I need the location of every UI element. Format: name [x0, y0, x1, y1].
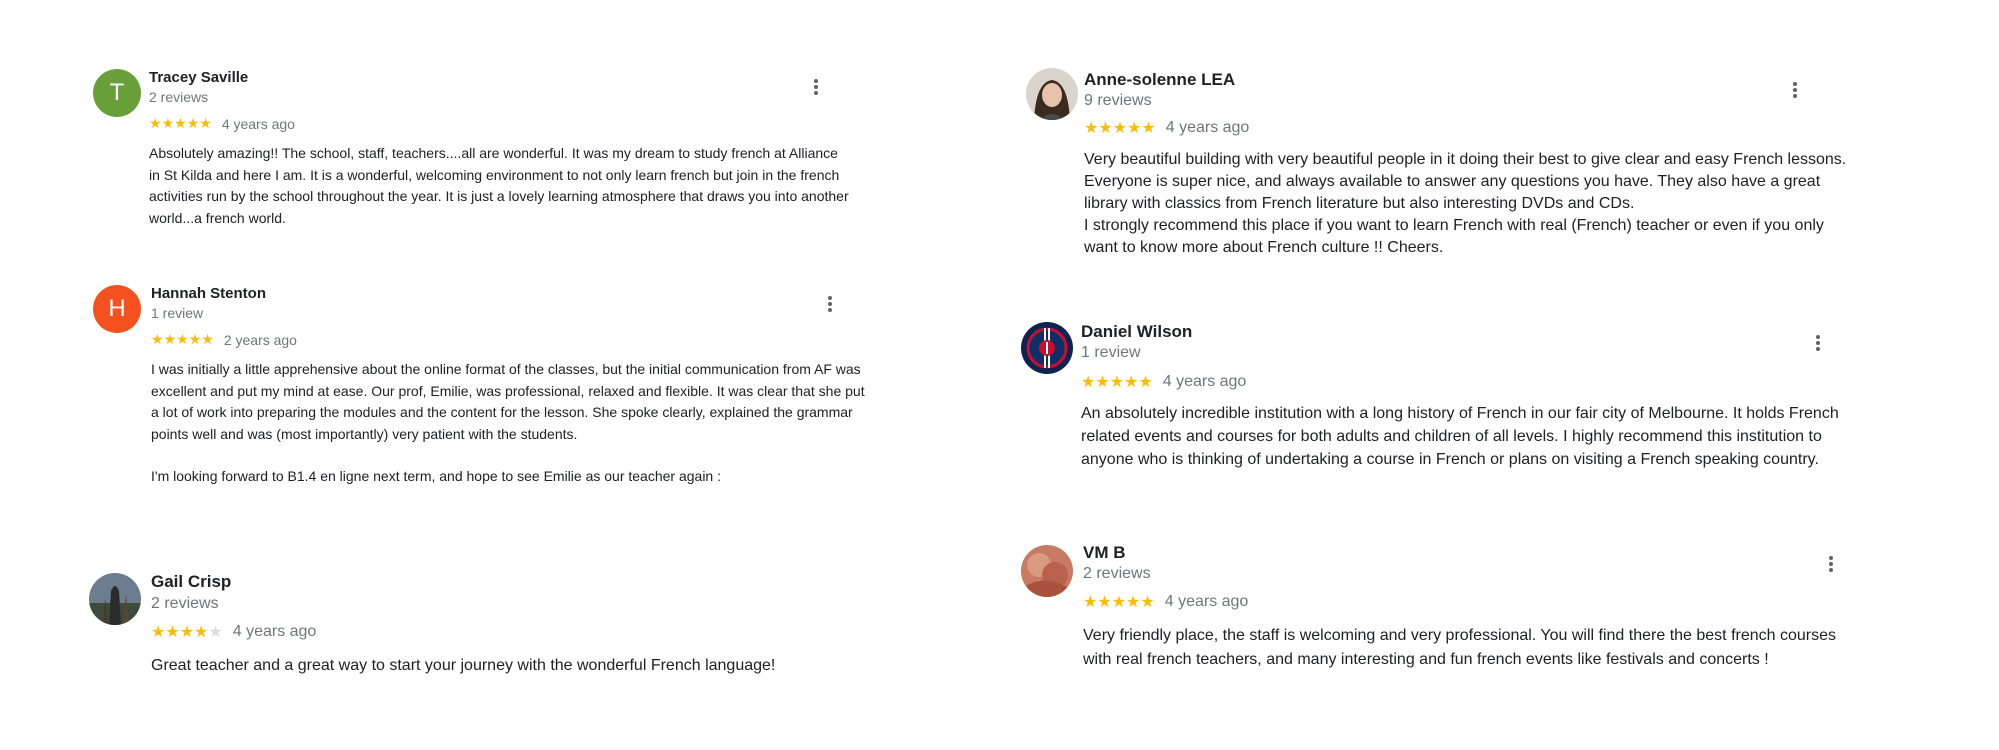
more-options-button[interactable] [1819, 552, 1843, 576]
review-count: 2 reviews [149, 89, 209, 105]
more-options-button[interactable] [1806, 331, 1830, 355]
rating: ★ ★ ★ ★ ★ 4 years ago [149, 115, 295, 132]
reviewer-name[interactable]: Daniel Wilson [1081, 322, 1192, 342]
star-rating: ★ ★ ★ ★ ★ [1084, 118, 1156, 138]
star-icon: ★ [208, 624, 223, 641]
review-count: 1 review [1081, 344, 1141, 361]
star-icon: ★ [165, 624, 180, 641]
star-icon: ★ [1081, 374, 1096, 391]
more-options-button[interactable] [1783, 78, 1807, 102]
star-icon: ★ [1095, 374, 1110, 391]
star-icon: ★ [194, 624, 209, 641]
star-icon: ★ [186, 115, 200, 131]
star-icon: ★ [1098, 120, 1113, 137]
review-count: 1 review [151, 305, 204, 321]
review-paragraph: I strongly recommend this place if you w… [1084, 217, 1824, 256]
review-paragraph: I'm looking forward to B1.4 en ligne nex… [151, 468, 721, 484]
review-count: 2 reviews [151, 595, 219, 612]
review-age: 4 years ago [221, 115, 295, 132]
star-rating: ★ ★ ★ ★ ★ [1083, 592, 1155, 612]
review-text: Very beautiful building with very beauti… [1084, 149, 1854, 259]
avatar-letter: H [108, 295, 126, 322]
star-rating: ★ ★ ★ ★ ★ [149, 115, 212, 132]
star-icon: ★ [1127, 120, 1142, 137]
review-text: I was initially a little apprehensive ab… [151, 359, 866, 488]
more-options-button[interactable] [804, 75, 828, 99]
reviewer-name[interactable]: Gail Crisp [151, 572, 231, 592]
star-icon: ★ [1111, 594, 1127, 611]
review-paragraph: An absolutely incredible institution wit… [1081, 405, 1839, 468]
reviewer-name[interactable]: Tracey Saville [149, 69, 248, 86]
star-icon: ★ [179, 624, 195, 641]
star-icon: ★ [151, 624, 166, 641]
rating: ★ ★ ★ ★ ★ 4 years ago [1084, 118, 1249, 138]
avatar[interactable]: H [93, 285, 141, 333]
star-rating: ★ ★ ★ ★ ★ [151, 331, 214, 348]
avatar[interactable] [1021, 322, 1073, 374]
star-icon: ★ [151, 331, 164, 347]
club-crest-icon [1021, 322, 1073, 374]
more-options-button[interactable] [818, 292, 842, 316]
more-vert-icon [828, 296, 832, 312]
star-icon: ★ [1097, 594, 1112, 611]
review-paragraph: Very beautiful building with very beauti… [1084, 151, 1847, 212]
star-icon: ★ [1141, 120, 1156, 137]
star-icon: ★ [163, 331, 177, 347]
avatar[interactable]: T [93, 69, 141, 117]
review-age: 4 years ago [1164, 593, 1249, 610]
review-text: An absolutely incredible institution wit… [1081, 402, 1851, 471]
review-paragraph: Very friendly place, the staff is welcom… [1083, 627, 1836, 668]
star-icon: ★ [1124, 374, 1139, 391]
star-icon: ★ [149, 115, 162, 131]
star-icon: ★ [1140, 594, 1155, 611]
review-paragraph: Great teacher and a great way to start y… [151, 657, 776, 674]
profile-photo-icon [1026, 68, 1078, 120]
star-icon: ★ [1109, 374, 1125, 391]
review-text: Great teacher and a great way to start y… [151, 654, 871, 678]
reviewer-name[interactable]: VM B [1083, 543, 1126, 563]
review-text: Absolutely amazing!! The school, staff, … [149, 143, 849, 229]
avatar-letter: T [109, 79, 125, 106]
review-age: 4 years ago [1165, 119, 1250, 136]
more-vert-icon [1816, 335, 1820, 351]
star-icon: ★ [1112, 120, 1128, 137]
star-icon: ★ [176, 331, 189, 347]
star-icon: ★ [201, 331, 214, 347]
star-rating: ★ ★ ★ ★ ★ [1081, 372, 1153, 392]
avatar[interactable] [1021, 545, 1073, 597]
review-age: 4 years ago [1162, 373, 1247, 390]
star-icon: ★ [1126, 594, 1141, 611]
star-icon: ★ [174, 115, 187, 131]
review-age: 4 years ago [232, 623, 317, 640]
review-age: 2 years ago [223, 331, 297, 348]
star-icon: ★ [188, 331, 202, 347]
reviewer-name[interactable]: Hannah Stenton [151, 285, 266, 302]
review-text: Very friendly place, the staff is welcom… [1083, 624, 1843, 671]
star-icon: ★ [199, 115, 212, 131]
rating: ★ ★ ★ ★ ★ 4 years ago [1083, 592, 1248, 612]
review-count: 2 reviews [1083, 565, 1151, 582]
more-vert-icon [1793, 82, 1797, 98]
review-count: 9 reviews [1084, 92, 1152, 109]
star-rating: ★ ★ ★ ★ ★ [151, 622, 223, 642]
rating: ★ ★ ★ ★ ★ 4 years ago [151, 622, 316, 642]
rating: ★ ★ ★ ★ ★ 2 years ago [151, 331, 297, 348]
rating: ★ ★ ★ ★ ★ 4 years ago [1081, 372, 1246, 392]
more-vert-icon [1829, 556, 1833, 572]
star-icon: ★ [161, 115, 175, 131]
star-icon: ★ [1084, 120, 1099, 137]
profile-photo-icon [1021, 545, 1073, 597]
profile-photo-icon [89, 573, 141, 625]
avatar[interactable] [89, 573, 141, 625]
review-paragraph: Absolutely amazing!! The school, staff, … [149, 145, 849, 226]
avatar[interactable] [1026, 68, 1078, 120]
more-vert-icon [814, 79, 818, 95]
star-icon: ★ [1083, 594, 1098, 611]
reviewer-name[interactable]: Anne-solenne LEA [1084, 70, 1235, 90]
review-paragraph: I was initially a little apprehensive ab… [151, 361, 865, 442]
star-icon: ★ [1138, 374, 1153, 391]
